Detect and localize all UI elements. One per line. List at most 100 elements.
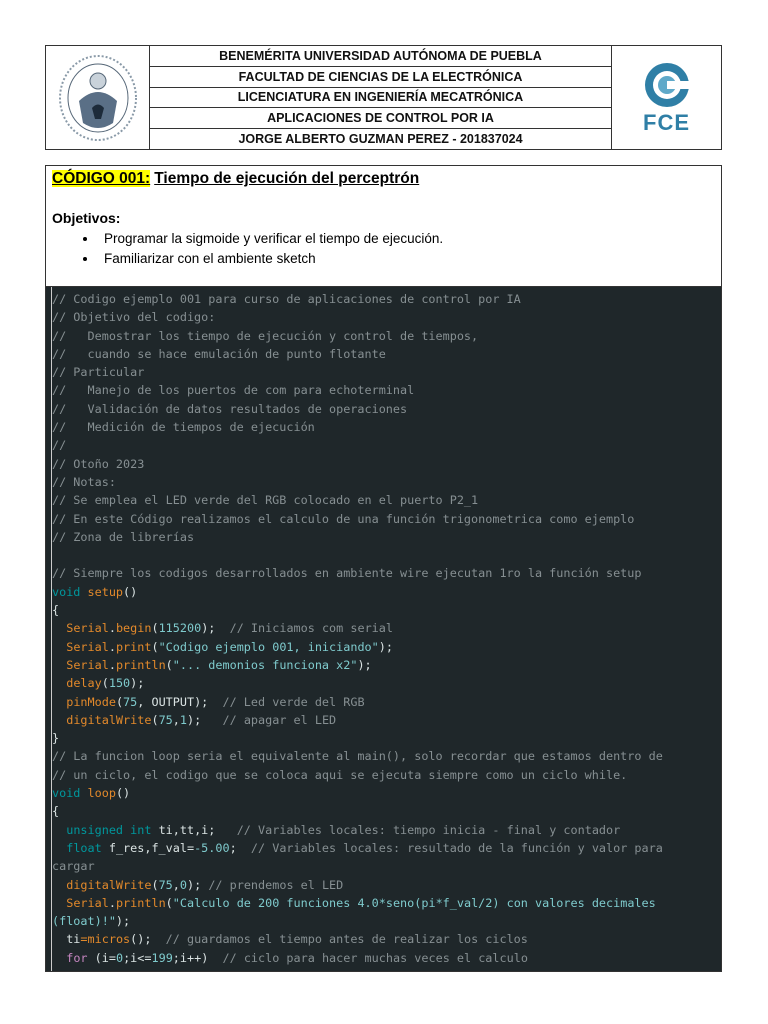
code-line: // Demostrar los tiempo de ejecución y c… xyxy=(52,327,721,345)
fce-logo-text: FCE xyxy=(643,109,690,135)
fce-logo: FCE xyxy=(611,46,721,149)
code-token: ); xyxy=(115,914,131,929)
code-token: () xyxy=(123,584,138,599)
code-line: Serial.println("... demonios funciona x2… xyxy=(52,656,721,674)
code-token: (i= xyxy=(94,950,116,965)
code-token: ( xyxy=(151,639,159,654)
code-token: // Manejo de los puertos de com para ech… xyxy=(52,383,415,398)
code-token: (); xyxy=(130,932,166,947)
code-token: // Validación de datos resultados de ope… xyxy=(52,401,408,416)
code-token: "... demonios funciona x2" xyxy=(172,657,358,672)
code-line: void loop() xyxy=(52,784,721,802)
code-line: // Siempre los codigos desarrollados en … xyxy=(52,564,721,582)
code-line: { xyxy=(52,601,721,619)
code-token: // Siempre los codigos desarrollados en … xyxy=(52,566,642,581)
code-token: 199 xyxy=(151,950,173,965)
code-token: begin xyxy=(115,621,152,636)
code-token: Serial xyxy=(66,621,109,636)
code-token: // ciclo para hacer muchas veces el calc… xyxy=(222,950,528,965)
code-token: void xyxy=(52,786,88,801)
code-line: cargar xyxy=(52,857,721,875)
code-token: } xyxy=(52,731,60,746)
code-token: cargar xyxy=(52,859,95,874)
code-token: ( xyxy=(165,895,173,910)
code-token: 75 xyxy=(158,877,173,892)
code-line: // Se emplea el LED verde del RGB coloca… xyxy=(52,491,721,509)
code-token: println xyxy=(115,657,166,672)
code-line: // Validación de datos resultados de ope… xyxy=(52,400,721,418)
document-header: BENEMÉRITA UNIVERSIDAD AUTÓNOMA DE PUEBL… xyxy=(45,45,722,150)
code-token: f_res,f_val= xyxy=(108,840,195,855)
code-line: { xyxy=(52,802,721,820)
code-token: { xyxy=(52,603,60,618)
code-line: Serial.println("Calculo de 200 funciones… xyxy=(52,894,721,912)
code-token: Serial xyxy=(66,657,109,672)
code-listing: // Codigo ejemplo 001 para curso de apli… xyxy=(45,286,722,972)
code-token: // un ciclo, el codigo que se coloca aqu… xyxy=(52,767,628,782)
buap-seal-logo xyxy=(46,46,150,149)
code-token: println xyxy=(115,895,166,910)
code-token: // Se emplea el LED verde del RGB coloca… xyxy=(52,493,479,508)
code-token: ); xyxy=(378,639,393,654)
code-token: float xyxy=(66,840,109,855)
code-token: // cuando se hace emulación de punto flo… xyxy=(52,346,386,361)
code-token: ;i++) xyxy=(172,950,223,965)
code-line: // La funcion loop seria el equivalente … xyxy=(52,747,721,765)
code-token: loop xyxy=(87,786,116,801)
code-line: // un ciclo, el codigo que se coloca aqu… xyxy=(52,766,721,784)
code-line: (float)!"); xyxy=(52,912,721,930)
code-token: . xyxy=(108,895,116,910)
code-token: ( xyxy=(151,877,159,892)
university-name: BENEMÉRITA UNIVERSIDAD AUTÓNOMA DE PUEBL… xyxy=(150,46,611,67)
code-token: // En este Código realizamos el calculo … xyxy=(52,511,635,526)
code-token: delay xyxy=(66,676,102,691)
code-token: // apagar el LED xyxy=(222,712,337,727)
code-token: digitalWrite xyxy=(66,877,152,892)
code-token: ( xyxy=(165,657,173,672)
code-token: for xyxy=(66,950,95,965)
objective-item: Familiarizar con el ambiente sketch xyxy=(98,249,715,269)
code-token: , xyxy=(172,877,180,892)
code-token: // Otoño 2023 xyxy=(52,456,145,471)
code-token: // Zona de librerías xyxy=(52,529,195,544)
code-token: 115200 xyxy=(158,621,202,636)
code-token: // Particular xyxy=(52,365,145,380)
code-token: digitalWrite xyxy=(66,712,152,727)
code-token: // Variables locales: tiempo inicia - fi… xyxy=(236,822,621,837)
objectives-section: CÓDIGO 001: Tiempo de ejecución del perce… xyxy=(45,165,722,286)
code-token: // Objetivo del codigo: xyxy=(52,310,216,325)
code-line: // Notas: xyxy=(52,473,721,491)
student-name: JORGE ALBERTO GUZMAN PEREZ - 201837024 xyxy=(238,132,523,147)
code-token: , OUTPUT); xyxy=(137,694,223,709)
code-token: 0 xyxy=(179,877,187,892)
code-token: . xyxy=(108,621,116,636)
code-token: 150 xyxy=(108,676,131,691)
code-token: micros xyxy=(87,932,131,947)
code-token: , xyxy=(172,712,180,727)
code-token: { xyxy=(52,804,60,819)
faculty-name: FACULTAD DE CIENCIAS DE LA ELECTRÓNICA xyxy=(150,67,611,88)
code-line: // Codigo ejemplo 001 para curso de apli… xyxy=(52,290,721,308)
code-line: Serial.begin(115200); // Iniciamos com s… xyxy=(52,619,721,637)
code-token: Serial xyxy=(66,895,109,910)
code-line: unsigned int ti,tt,i; // Variables local… xyxy=(52,821,721,839)
code-line: // En este Código realizamos el calculo … xyxy=(52,510,721,528)
code-token: // Notas: xyxy=(52,474,116,489)
objectives-list: Programar la sigmoide y verificar el tie… xyxy=(52,229,715,269)
code-token: "Codigo ejemplo 001, iniciando" xyxy=(158,639,379,654)
code-token: ); xyxy=(187,877,209,892)
code-token: // Demostrar los tiempo de ejecución y c… xyxy=(52,328,479,343)
code-token: ); xyxy=(201,621,230,636)
code-token: ); xyxy=(187,712,223,727)
code-token: ti,tt,i; xyxy=(158,822,237,837)
code-token: ( xyxy=(101,676,109,691)
objective-item: Programar la sigmoide y verificar el tie… xyxy=(98,229,715,249)
code-line: pinMode(75, OUTPUT); // Led verde del RG… xyxy=(52,693,721,711)
code-line: digitalWrite(75,0); // prendemos el LED xyxy=(52,876,721,894)
code-token: Serial xyxy=(66,639,109,654)
